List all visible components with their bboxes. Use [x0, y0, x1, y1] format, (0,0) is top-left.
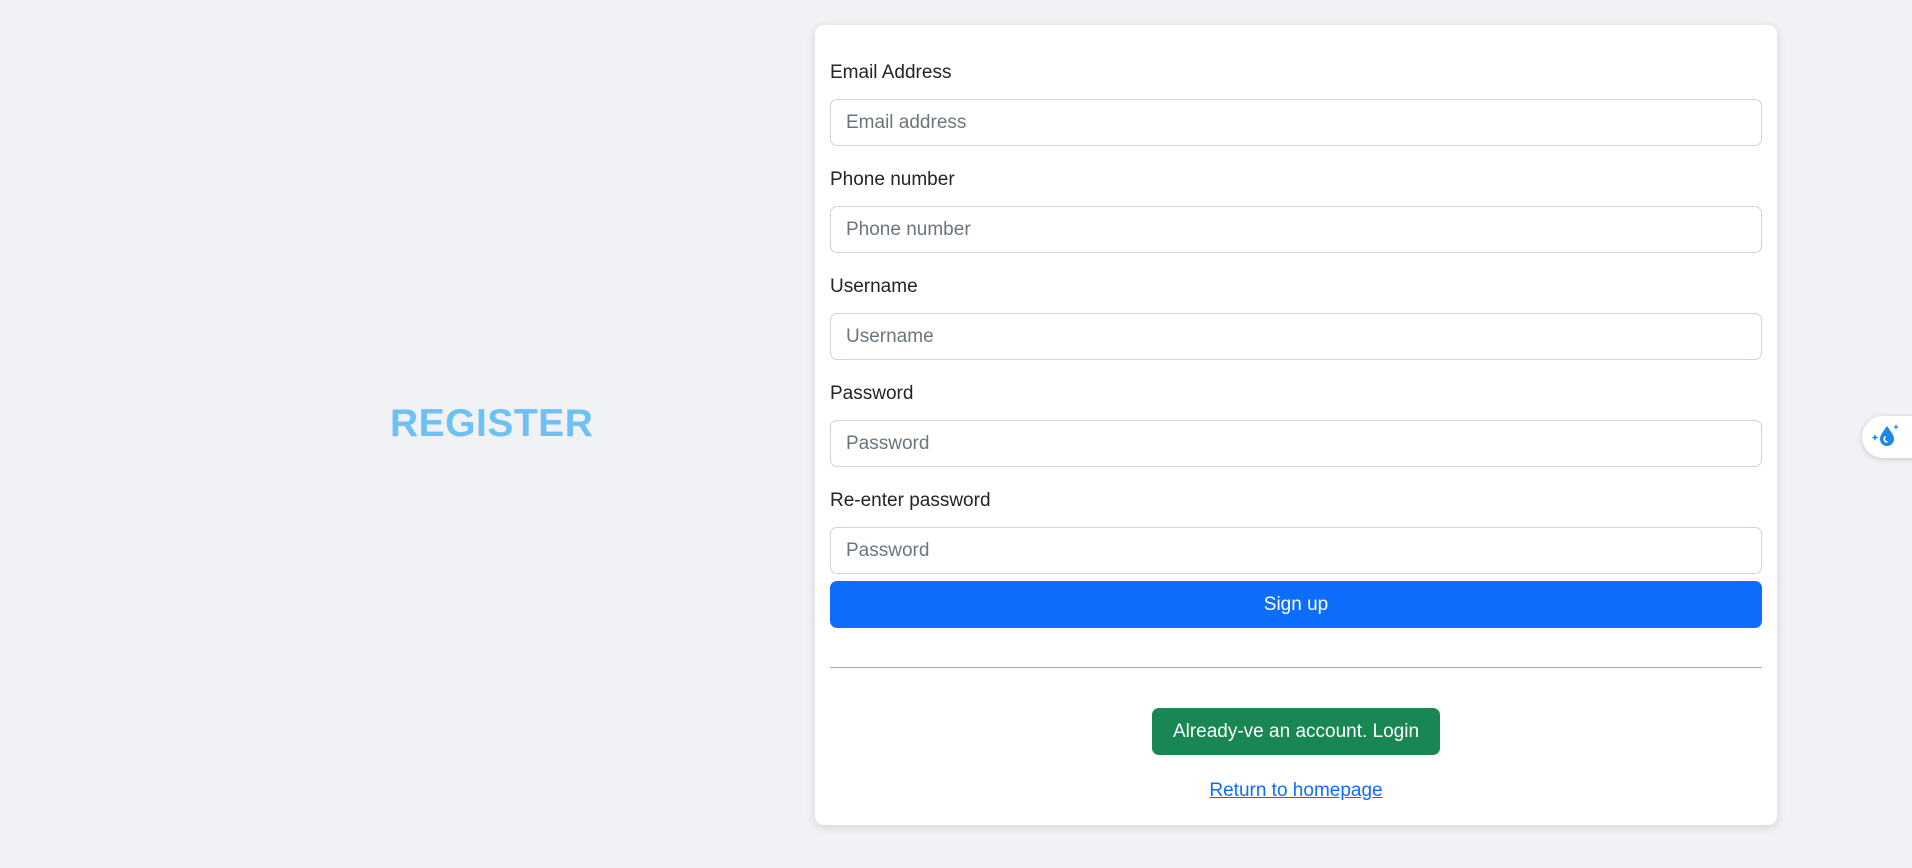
confirm-password-label: Re-enter password — [830, 490, 991, 511]
email-label: Email Address — [830, 62, 952, 83]
username-field[interactable] — [830, 313, 1762, 360]
username-group: Username — [830, 275, 1762, 360]
droplet-sparkle-icon — [1870, 422, 1900, 453]
divider — [830, 667, 1762, 668]
password-field[interactable] — [830, 420, 1762, 467]
phone-group: Phone number — [830, 168, 1762, 253]
confirm-password-group: Re-enter password — [830, 489, 1762, 574]
page-title: REGISTER — [390, 402, 594, 445]
username-label: Username — [830, 276, 918, 297]
confirm-password-field[interactable] — [830, 527, 1762, 574]
signup-button[interactable]: Sign up — [830, 581, 1762, 628]
email-group: Email Address — [830, 61, 1762, 146]
register-page: REGISTER Email Address Phone number User… — [0, 0, 1912, 868]
phone-label: Phone number — [830, 169, 955, 190]
extension-button[interactable] — [1862, 416, 1912, 458]
login-button[interactable]: Already-ve an account. Login — [1152, 708, 1440, 755]
password-group: Password — [830, 382, 1762, 467]
return-home-link[interactable]: Return to homepage — [815, 780, 1777, 802]
phone-field[interactable] — [830, 206, 1762, 253]
email-field[interactable] — [830, 99, 1762, 146]
password-label: Password — [830, 383, 914, 404]
register-card: Email Address Phone number Username Pass… — [815, 25, 1777, 825]
